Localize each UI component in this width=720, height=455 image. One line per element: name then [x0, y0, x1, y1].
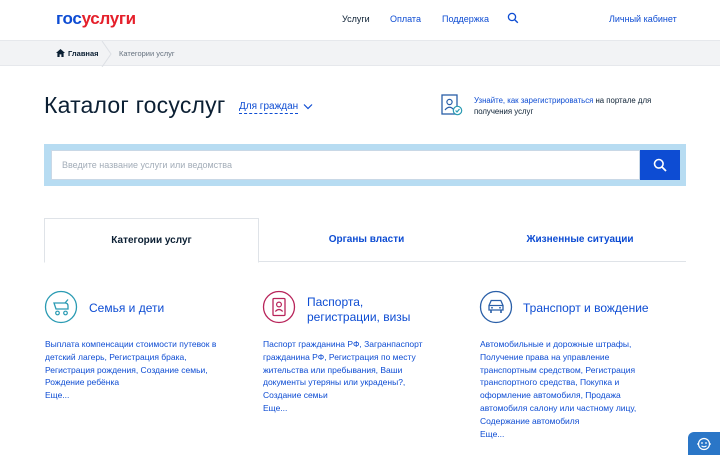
breadcrumb-home[interactable]: Главная — [68, 49, 99, 58]
search-input[interactable] — [51, 150, 640, 180]
category-transport-more[interactable]: Еще... — [480, 429, 504, 439]
category-passports-title[interactable]: Паспорта, регистрации, визы — [307, 295, 410, 325]
category-passports-more[interactable]: Еще... — [263, 403, 287, 413]
nav-services[interactable]: Услуги — [342, 14, 370, 24]
category-passports-desc[interactable]: Паспорт гражданина РФ, Загранпаспорт гра… — [263, 338, 438, 402]
breadcrumb: Главная Категории услуг — [0, 40, 720, 67]
chat-bot-icon — [697, 437, 711, 451]
category-family-title[interactable]: Семья и дети — [89, 301, 164, 316]
category-transport-desc[interactable]: Автомобильные и дорожные штрафы, Получен… — [480, 338, 650, 428]
search-icon — [653, 158, 667, 172]
category-passports-title-line2: регистрации, визы — [307, 310, 411, 324]
tab-life-situations[interactable]: Жизненные ситуации — [474, 218, 686, 262]
search-icon[interactable] — [507, 12, 519, 24]
home-icon — [56, 49, 65, 57]
logo-part-uslugi: услуги — [81, 9, 137, 28]
nav-support[interactable]: Поддержка — [442, 14, 489, 24]
audience-dropdown[interactable]: Для граждан — [239, 101, 299, 114]
logo-part-gos: гос — [56, 9, 82, 28]
breadcrumb-current: Категории услуг — [119, 49, 175, 58]
nav-personal-cabinet[interactable]: Личный кабинет — [609, 14, 677, 24]
tab-authorities[interactable]: Органы власти — [259, 218, 474, 262]
header: госуслуги Услуги Оплата Поддержка Личный… — [0, 0, 720, 40]
stroller-icon[interactable] — [44, 290, 78, 324]
category-transport-title[interactable]: Транспорт и вождение — [523, 301, 649, 316]
logo[interactable]: госуслуги — [56, 9, 136, 29]
nav-payment[interactable]: Оплата — [390, 14, 421, 24]
category-passports-title-line1: Паспорта, — [307, 295, 364, 309]
search-button[interactable] — [640, 150, 680, 180]
page-title: Каталог госуслуг — [44, 92, 226, 118]
chat-widget-button[interactable] — [688, 432, 720, 455]
catalog-tabs: Категории услуг Органы власти Жизненные … — [44, 218, 686, 263]
register-link[interactable]: Узнайте, как зарегистрироваться — [474, 96, 593, 105]
category-family-desc[interactable]: Выплата компенсации стоимости путевок в … — [45, 338, 235, 389]
chevron-down-icon[interactable] — [303, 103, 313, 110]
passport-icon[interactable] — [262, 290, 296, 324]
register-hint: Узнайте, как зарегистрироваться на порта… — [474, 95, 664, 117]
user-register-icon — [441, 94, 463, 116]
breadcrumb-separator-icon — [101, 41, 112, 67]
tab-categories[interactable]: Категории услуг — [44, 218, 259, 263]
category-family-more[interactable]: Еще... — [45, 390, 69, 400]
car-icon[interactable] — [479, 290, 513, 324]
search-bar — [44, 144, 686, 186]
